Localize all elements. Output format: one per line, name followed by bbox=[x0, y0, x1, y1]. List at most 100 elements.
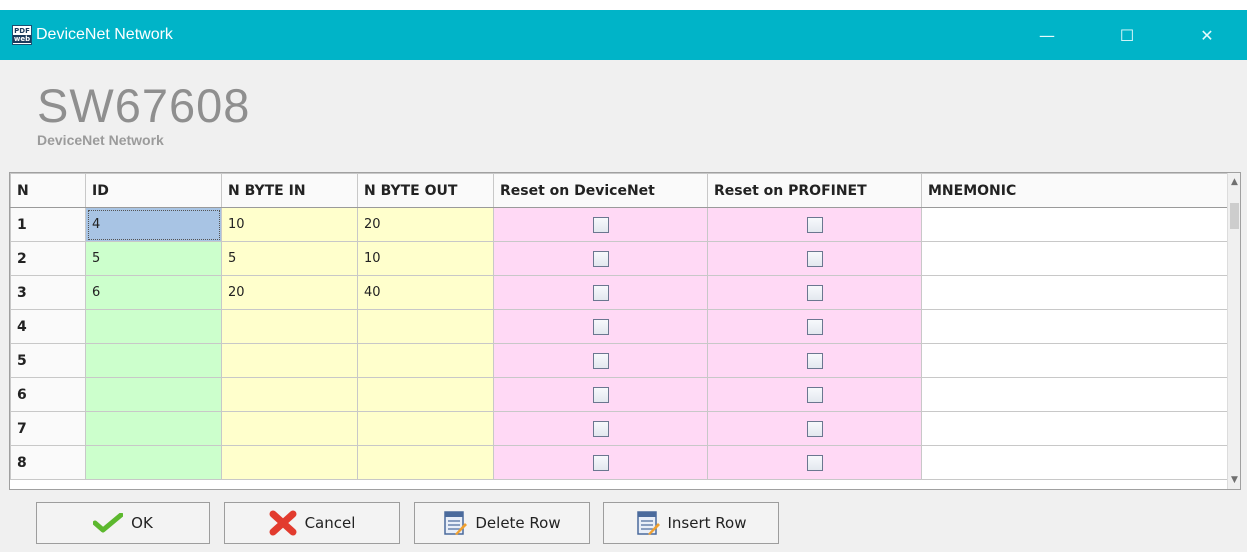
reset-profinet-cell bbox=[707, 241, 922, 276]
byte-out-cell[interactable] bbox=[357, 343, 494, 378]
page-subtitle: DeviceNet Network bbox=[37, 132, 164, 148]
id-cell[interactable]: 6 bbox=[85, 275, 222, 310]
byte-in-cell[interactable]: 10 bbox=[221, 207, 358, 242]
reset-devicenet-checkbox[interactable] bbox=[592, 318, 609, 335]
byte-in-cell[interactable] bbox=[221, 377, 358, 412]
row-number: 4 bbox=[10, 309, 86, 344]
reset-devicenet-cell bbox=[493, 309, 708, 344]
reset-profinet-checkbox[interactable] bbox=[806, 420, 823, 437]
id-cell[interactable] bbox=[85, 343, 222, 378]
mnemonic-cell[interactable] bbox=[921, 275, 1229, 310]
byte-in-cell[interactable]: 20 bbox=[221, 275, 358, 310]
byte-in-cell[interactable] bbox=[221, 343, 358, 378]
byte-in-cell[interactable] bbox=[221, 411, 358, 446]
cancel-button[interactable]: Cancel bbox=[224, 502, 400, 544]
network-table: N ID N BYTE IN N BYTE OUT Reset on Devic… bbox=[10, 173, 1229, 480]
row-number: 2 bbox=[10, 241, 86, 276]
row-number: 8 bbox=[10, 445, 86, 480]
reset-devicenet-checkbox[interactable] bbox=[592, 386, 609, 403]
reset-devicenet-checkbox[interactable] bbox=[592, 250, 609, 267]
reset-devicenet-cell bbox=[493, 377, 708, 412]
id-cell[interactable] bbox=[85, 309, 222, 344]
product-code: SW67608 bbox=[37, 79, 251, 132]
title-bar: PDF web DeviceNet Network — ☐ ✕ bbox=[0, 10, 1247, 60]
row-number: 6 bbox=[10, 377, 86, 412]
network-grid: N ID N BYTE IN N BYTE OUT Reset on Devic… bbox=[9, 172, 1241, 490]
delete-row-button[interactable]: Delete Row bbox=[414, 502, 590, 544]
row-number: 5 bbox=[10, 343, 86, 378]
reset-devicenet-checkbox[interactable] bbox=[592, 420, 609, 437]
reset-devicenet-cell bbox=[493, 411, 708, 446]
reset-profinet-checkbox[interactable] bbox=[806, 284, 823, 301]
id-cell[interactable]: 5 bbox=[85, 241, 222, 276]
reset-profinet-checkbox[interactable] bbox=[806, 250, 823, 267]
column-header-n[interactable]: N bbox=[10, 173, 86, 208]
reset-profinet-cell bbox=[707, 445, 922, 480]
byte-out-cell[interactable]: 10 bbox=[357, 241, 494, 276]
cancel-button-label: Cancel bbox=[304, 514, 356, 532]
id-cell[interactable] bbox=[85, 411, 222, 446]
id-cell[interactable] bbox=[85, 377, 222, 412]
reset-profinet-checkbox[interactable] bbox=[806, 318, 823, 335]
reset-profinet-checkbox[interactable] bbox=[806, 216, 823, 233]
window-controls: — ☐ ✕ bbox=[1007, 10, 1247, 60]
minimize-button[interactable]: — bbox=[1007, 10, 1087, 60]
column-header-byte-out[interactable]: N BYTE OUT bbox=[357, 173, 494, 208]
reset-profinet-cell bbox=[707, 343, 922, 378]
insert-row-button[interactable]: Insert Row bbox=[603, 502, 779, 544]
reset-profinet-checkbox[interactable] bbox=[806, 454, 823, 471]
reset-profinet-cell bbox=[707, 207, 922, 242]
byte-in-cell[interactable] bbox=[221, 309, 358, 344]
close-button[interactable]: ✕ bbox=[1167, 10, 1247, 60]
maximize-button[interactable]: ☐ bbox=[1087, 10, 1167, 60]
mnemonic-cell[interactable] bbox=[921, 207, 1229, 242]
scroll-thumb[interactable] bbox=[1230, 203, 1239, 229]
reset-devicenet-checkbox[interactable] bbox=[592, 454, 609, 471]
table-row: 8 bbox=[10, 445, 1229, 480]
table-row: 2 5 5 10 bbox=[10, 241, 1229, 276]
reset-profinet-checkbox[interactable] bbox=[806, 352, 823, 369]
mnemonic-cell[interactable] bbox=[921, 377, 1229, 412]
row-number: 1 bbox=[10, 207, 86, 242]
mnemonic-cell[interactable] bbox=[921, 445, 1229, 480]
mnemonic-cell[interactable] bbox=[921, 309, 1229, 344]
reset-profinet-checkbox[interactable] bbox=[806, 386, 823, 403]
reset-devicenet-cell bbox=[493, 207, 708, 242]
reset-profinet-cell bbox=[707, 309, 922, 344]
byte-in-cell[interactable] bbox=[221, 445, 358, 480]
column-header-reset-devicenet[interactable]: Reset on DeviceNet bbox=[493, 173, 708, 208]
reset-devicenet-checkbox[interactable] bbox=[592, 284, 609, 301]
vertical-scrollbar[interactable]: ▲ ▼ bbox=[1227, 173, 1240, 489]
header-row: N ID N BYTE IN N BYTE OUT Reset on Devic… bbox=[10, 173, 1229, 208]
mnemonic-cell[interactable] bbox=[921, 343, 1229, 378]
column-header-mnemonic[interactable]: MNEMONIC bbox=[921, 173, 1229, 208]
byte-out-cell[interactable] bbox=[357, 445, 494, 480]
byte-out-cell[interactable] bbox=[357, 309, 494, 344]
app-logo-top: PDF bbox=[14, 27, 30, 35]
byte-in-cell[interactable]: 5 bbox=[221, 241, 358, 276]
mnemonic-cell[interactable] bbox=[921, 411, 1229, 446]
byte-out-cell[interactable]: 40 bbox=[357, 275, 494, 310]
column-header-reset-profinet[interactable]: Reset on PROFINET bbox=[707, 173, 922, 208]
scroll-down-arrow-icon[interactable]: ▼ bbox=[1228, 473, 1240, 487]
byte-out-cell[interactable]: 20 bbox=[357, 207, 494, 242]
id-cell[interactable] bbox=[85, 445, 222, 480]
checkmark-icon bbox=[93, 513, 124, 533]
row-number: 3 bbox=[10, 275, 86, 310]
mnemonic-cell[interactable] bbox=[921, 241, 1229, 276]
window-title: DeviceNet Network bbox=[36, 26, 173, 43]
scroll-up-arrow-icon[interactable]: ▲ bbox=[1228, 175, 1240, 189]
ok-button[interactable]: OK bbox=[36, 502, 210, 544]
byte-out-cell[interactable] bbox=[357, 377, 494, 412]
reset-devicenet-checkbox[interactable] bbox=[592, 216, 609, 233]
column-header-id[interactable]: ID bbox=[85, 173, 222, 208]
app-logo-icon: PDF web bbox=[12, 25, 32, 45]
id-cell[interactable]: 4 bbox=[85, 207, 222, 242]
ok-button-label: OK bbox=[131, 514, 153, 532]
delete-row-icon bbox=[443, 510, 468, 536]
byte-out-cell[interactable] bbox=[357, 411, 494, 446]
reset-devicenet-cell bbox=[493, 445, 708, 480]
column-header-byte-in[interactable]: N BYTE IN bbox=[221, 173, 358, 208]
table-row: 6 bbox=[10, 377, 1229, 412]
reset-devicenet-checkbox[interactable] bbox=[592, 352, 609, 369]
